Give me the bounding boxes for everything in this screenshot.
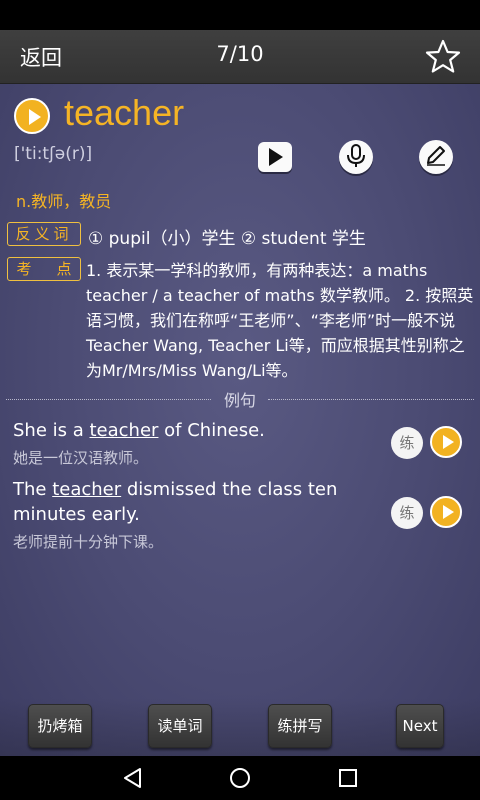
phonetic: ['ti:tʃə(r)] bbox=[14, 144, 93, 164]
key-point-text: 1. 表示某一学科的教师，有两种表达：a maths teacher / a t… bbox=[86, 261, 474, 380]
example-item: She is a teacher of Chinese. 她是一位汉语教师。 bbox=[13, 418, 383, 468]
example-keyword: teacher bbox=[89, 420, 159, 441]
play-word-button[interactable] bbox=[14, 98, 50, 134]
examples-divider: 例句 bbox=[6, 387, 474, 411]
triangle-back-icon[interactable] bbox=[121, 766, 145, 790]
record-button[interactable] bbox=[339, 140, 373, 174]
play-video-button[interactable] bbox=[258, 142, 292, 172]
play-icon bbox=[269, 148, 283, 166]
example-keyword: teacher bbox=[52, 479, 122, 500]
example-item: The teacher dismissed the class ten minu… bbox=[13, 477, 383, 552]
edit-note-button[interactable] bbox=[419, 140, 453, 174]
part-of-speech-meaning: n.教师，教员 bbox=[16, 192, 112, 211]
practice-button[interactable]: 练 bbox=[391, 427, 423, 459]
back-button[interactable]: 返回 bbox=[20, 42, 62, 72]
play-example-button[interactable] bbox=[430, 426, 462, 458]
example-english: She is a teacher of Chinese. bbox=[13, 420, 265, 441]
system-navigation-bar bbox=[0, 756, 480, 800]
example-english: The teacher dismissed the class ten minu… bbox=[13, 479, 338, 525]
status-bar bbox=[0, 0, 480, 30]
key-point-tag: 考点 bbox=[7, 257, 81, 281]
microphone-icon bbox=[347, 144, 365, 167]
progress-counter: 7/10 bbox=[216, 42, 264, 66]
read-word-button[interactable]: 读单词 bbox=[148, 704, 212, 748]
practice-spelling-button[interactable]: 练拼写 bbox=[268, 704, 332, 748]
star-icon bbox=[425, 39, 461, 73]
example-chinese: 她是一位汉语教师。 bbox=[13, 449, 149, 467]
example-chinese: 老师提前十分钟下课。 bbox=[13, 533, 164, 551]
word-title: teacher bbox=[64, 92, 185, 133]
pencil-icon bbox=[427, 146, 445, 166]
bottom-action-bar: 扔烤箱 读单词 练拼写 Next bbox=[0, 698, 480, 756]
key-point-tag-right: 点 bbox=[56, 260, 72, 278]
discard-word-button[interactable]: 扔烤箱 bbox=[28, 704, 92, 748]
examples-heading: 例句 bbox=[223, 391, 256, 410]
word-detail-screen: 返回 7/10 teacher ['ti:tʃə(r)] n.教师，教员 反义词… bbox=[0, 30, 480, 756]
antonym-tag: 反义词 bbox=[7, 222, 81, 246]
circle-home-icon[interactable] bbox=[228, 766, 252, 790]
favorite-star-button[interactable] bbox=[424, 38, 462, 76]
practice-button[interactable]: 练 bbox=[391, 497, 423, 529]
key-point-tag-left: 考 bbox=[16, 260, 32, 278]
play-example-button[interactable] bbox=[430, 496, 462, 528]
top-bar: 返回 7/10 bbox=[0, 30, 480, 84]
square-recent-icon[interactable] bbox=[336, 766, 360, 790]
antonym-text: ① pupil（小）学生 ② student 学生 bbox=[88, 229, 366, 249]
next-button[interactable]: Next bbox=[396, 704, 444, 748]
